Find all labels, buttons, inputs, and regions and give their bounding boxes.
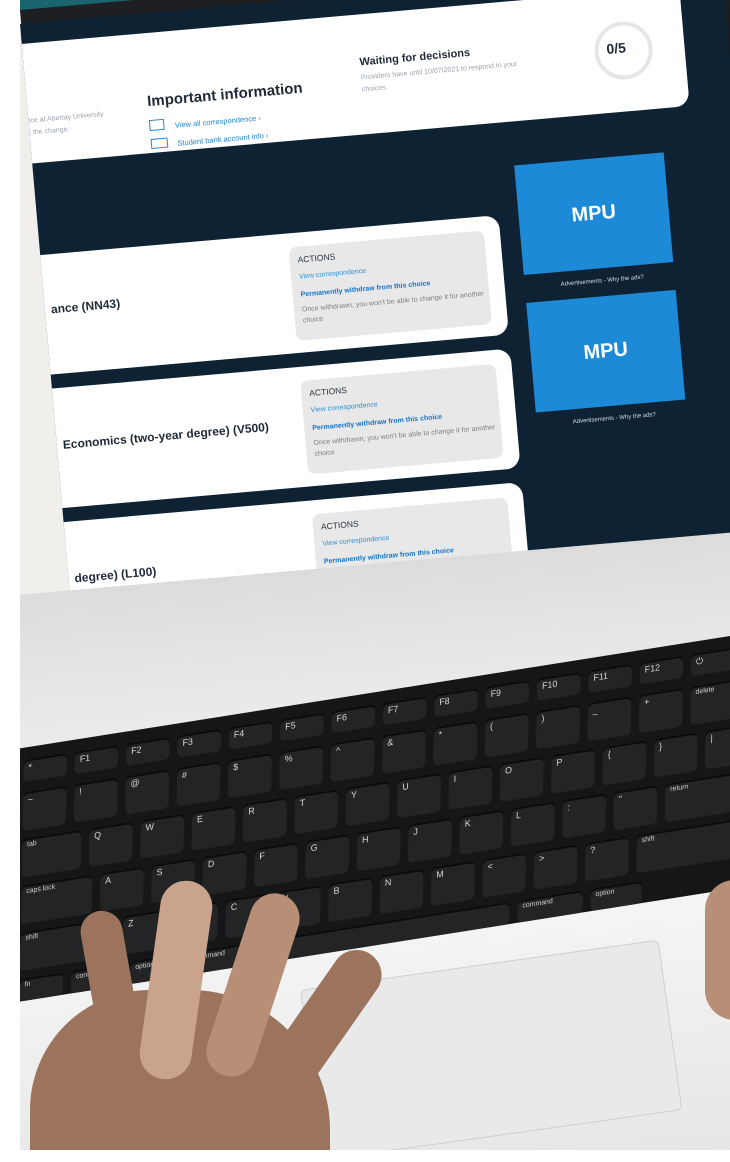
key: F8 [434,688,478,718]
progress-counter: 0/5 [605,39,627,57]
view-correspondence-link[interactable]: View correspondence [310,401,378,414]
actions-heading: ACTIONS [320,518,360,532]
key: ? [584,836,630,882]
key: delete [690,677,730,726]
key: Y [345,780,390,827]
key: B [328,876,373,923]
key: ! [73,777,118,823]
key: $ [227,753,272,799]
summary-card: nce at Abertay University k the change. … [20,0,690,167]
key: % [279,744,324,791]
right-hand [705,880,730,1020]
bank-card-icon [150,137,169,149]
key: F6 [331,704,376,734]
left-note-line1: nce at Abertay University [26,111,104,125]
envelope-icon [148,119,165,132]
key: return [664,770,730,823]
key: ⏻ [690,647,730,677]
key: I [448,764,493,811]
key: J [407,817,453,864]
key: F7 [382,696,427,726]
key: tab [21,829,82,878]
choice-title: ance (NN43) [50,296,121,317]
key: F3 [177,728,222,758]
left-edge [0,0,20,1162]
waiting-text-line2: choices. [361,84,388,94]
key: F1 [74,744,119,775]
key: E [191,805,236,851]
key: R [242,797,287,843]
key: * [433,720,478,766]
mpu-ad-1[interactable]: MPU [514,152,674,276]
key: F10 [536,671,581,701]
key: ~ [22,785,67,832]
key: L [510,801,555,847]
key: K [459,809,504,856]
choice-card-2: Economics (two-year degree) (V500) ACTIO… [31,348,521,510]
key: ( [484,712,529,758]
view-correspondence-link[interactable]: View correspondence [299,268,367,281]
key: F11 [588,663,633,693]
view-correspondence-link[interactable]: View correspondence [322,535,390,548]
key: " [613,785,658,831]
key: H [356,825,401,872]
key: # [176,761,221,807]
key: ) [535,704,581,750]
key: _ [587,696,632,742]
bottom-edge [0,1150,730,1162]
key: F9 [485,679,530,710]
key: + [638,687,683,734]
key: F2 [125,736,170,767]
actions-heading: ACTIONS [308,384,348,399]
key: | [705,724,730,770]
actions-panel: ACTIONS View correspondence Permanently … [300,363,504,475]
choice-card-1: ance (NN43) ACTIONS View correspondence … [20,215,509,377]
key: A [99,866,144,912]
student-bank-info-link[interactable]: Student bank account info › [177,131,269,148]
key: O [499,756,544,803]
key: F12 [639,655,684,685]
key: Q [88,821,133,868]
key: < [482,852,527,898]
key: * [23,753,68,783]
key: F4 [228,720,273,750]
key: G [305,833,350,880]
important-info-title: Important information [146,79,304,111]
ad-note-1[interactable]: Advertisements - Why the ads? [561,275,645,288]
key: caps lock [20,874,93,925]
key: : [561,793,607,839]
key: @ [125,769,170,815]
key: { [602,740,647,786]
key: N [379,868,424,915]
key: M [430,860,475,907]
mpu-ad-2[interactable]: MPU [526,289,686,413]
choice-title: degree) (L100) [73,564,157,586]
laptop-photo: nce at Abertay University k the change. … [0,0,730,1162]
key: } [653,732,698,778]
key: T [294,789,339,835]
choice-title: Economics (two-year degree) (V500) [62,419,270,452]
key: F5 [280,712,324,742]
actions-panel: ACTIONS View correspondence Permanently … [288,230,492,342]
key: W [140,813,185,859]
actions-heading: ACTIONS [297,251,336,265]
key: > [533,844,578,890]
key: D [202,850,247,896]
key: U [396,772,442,819]
left-note-line2: k the change. [27,126,70,137]
key: shift [636,817,730,874]
ad-note-2[interactable]: Advertisements - Why the ads? [573,412,657,425]
key: P [550,748,596,794]
key: ^ [330,736,375,783]
key: F [253,842,298,888]
key: & [381,728,427,775]
